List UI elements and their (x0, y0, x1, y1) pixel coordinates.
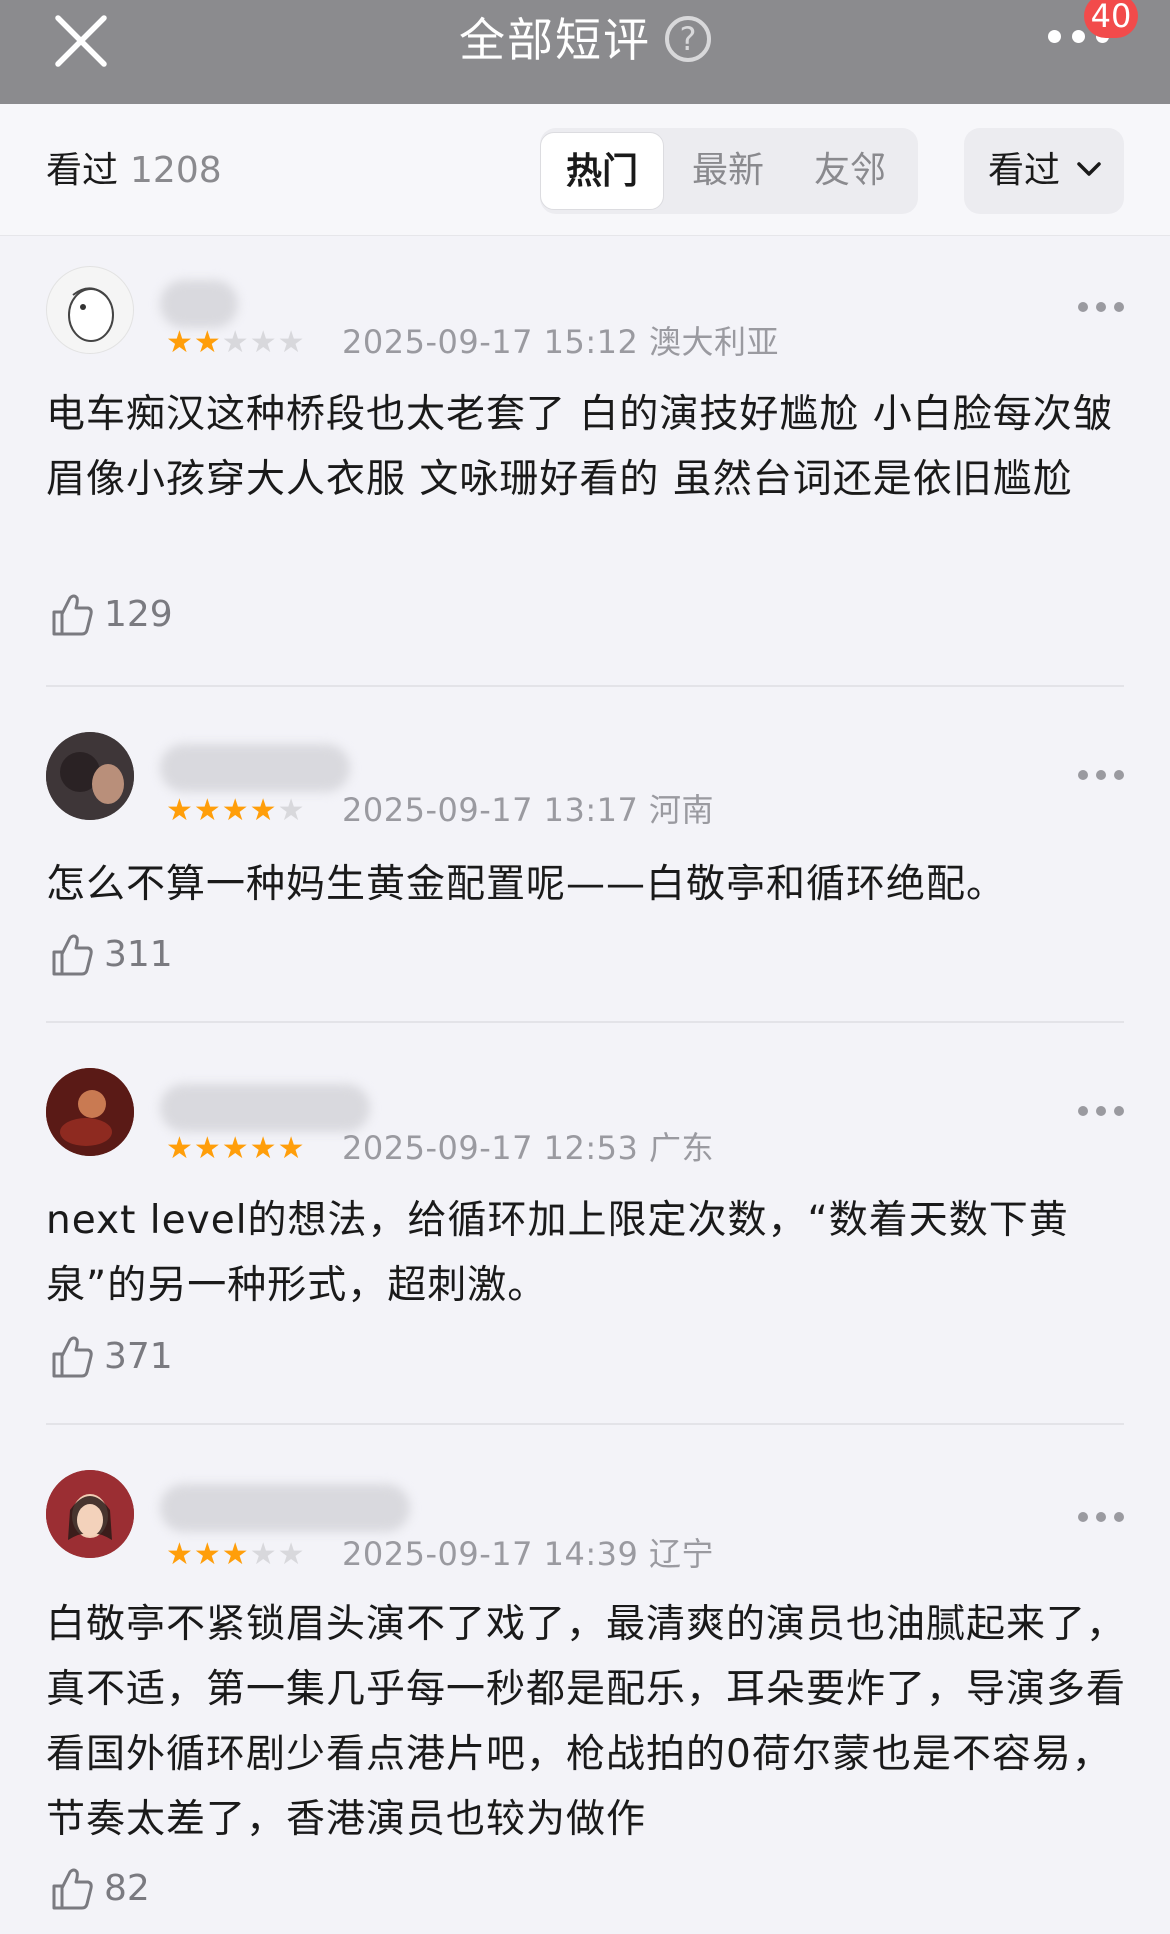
avatar[interactable] (46, 266, 134, 354)
review-time: 2025-09-17 14:39 (342, 1535, 639, 1573)
review-location: 辽宁 (649, 1535, 715, 1573)
tab-friends[interactable]: 友邻 (792, 132, 908, 210)
review-location: 澳大利亚 (649, 323, 780, 361)
avatar-image (68, 287, 114, 342)
rating-stars: ★★★★★ (166, 1131, 306, 1166)
avatar-image (46, 1068, 134, 1156)
more-icon (1078, 1512, 1088, 1522)
tab-hot[interactable]: 热门 (540, 132, 664, 210)
avatar[interactable] (46, 1470, 134, 1558)
thumbs-up-icon (52, 934, 93, 976)
filter-bar: 看过 1208 热门 最新 友邻 看过 (0, 104, 1170, 236)
rating-stars: ★★★★★ (166, 325, 306, 360)
review-location: 广东 (649, 1129, 715, 1167)
chevron-down-icon (1077, 162, 1101, 176)
review-meta: 2025-09-17 13:17 河南 (342, 790, 714, 830)
review-more-button[interactable] (1078, 1106, 1124, 1118)
status-select-label: 看过 (988, 150, 1061, 191)
thumbs-up-icon (52, 1336, 93, 1378)
review-time: 2025-09-17 12:53 (342, 1129, 639, 1167)
more-icon (1078, 770, 1088, 780)
watched-count: 看过 1208 (46, 148, 222, 194)
review-time: 2025-09-17 15:12 (342, 323, 639, 361)
like-count: 129 (104, 594, 173, 635)
watched-count-label: 看过 (46, 150, 119, 191)
review-meta: 2025-09-17 12:53 广东 (342, 1128, 714, 1168)
page-title-text: 全部短评 (459, 13, 651, 67)
rating-stars: ★★★★★ (166, 1537, 306, 1572)
review-more-button[interactable] (1078, 770, 1124, 782)
like-count: 311 (104, 934, 173, 975)
rating-stars: ★★★★★ (166, 793, 306, 828)
thumbs-up-icon (52, 1868, 93, 1910)
page-title: 全部短评? (0, 10, 1170, 70)
review-time: 2025-09-17 13:17 (342, 791, 639, 829)
divider (46, 1423, 1124, 1425)
top-bar: 全部短评? 40 (0, 0, 1170, 104)
username-blurred[interactable] (160, 1484, 410, 1532)
review-more-button[interactable] (1078, 1512, 1124, 1524)
status-select[interactable]: 看过 (964, 128, 1124, 214)
review-text: 怎么不算一种妈生黄金配置呢——白敬亭和循环绝配。 (46, 862, 1007, 907)
username-blurred[interactable] (160, 1084, 370, 1132)
review-location: 河南 (649, 791, 715, 829)
more-icon (1078, 1106, 1088, 1116)
review-meta: 2025-09-17 15:12 澳大利亚 (342, 322, 779, 362)
review-more-button[interactable] (1078, 302, 1124, 314)
username-blurred[interactable] (160, 280, 238, 328)
divider (46, 1021, 1124, 1023)
tab-latest[interactable]: 最新 (670, 132, 786, 210)
like-count: 371 (104, 1336, 173, 1377)
sort-tabs: 热门 最新 友邻 (540, 128, 918, 214)
thumbs-up-icon (52, 594, 93, 636)
avatar[interactable] (46, 732, 134, 820)
avatar[interactable] (46, 1068, 134, 1156)
review-text: 电车痴汉这种桥段也太老套了 白的演技好尴尬 小白脸每次皱眉像小孩穿大人衣服 文咏… (46, 392, 1113, 502)
username-blurred[interactable] (160, 744, 350, 792)
more-icon (1078, 302, 1088, 312)
like-count: 82 (104, 1868, 150, 1909)
avatar-image (46, 1470, 134, 1558)
divider (46, 685, 1124, 687)
watched-count-value: 1208 (130, 150, 222, 191)
review-meta: 2025-09-17 14:39 辽宁 (342, 1534, 714, 1574)
help-icon[interactable]: ? (665, 16, 711, 62)
review-text: next level的想法，给循环加上限定次数，“数着天数下黄泉”的另一种形式，… (46, 1198, 1069, 1308)
notification-badge: 40 (1084, 0, 1138, 38)
more-icon (1048, 30, 1061, 43)
review-text: 白敬亭不紧锁眉头演不了戏了，最清爽的演员也油腻起来了，真不适，第一集几乎每一秒都… (46, 1602, 1127, 1842)
avatar-image (46, 732, 134, 820)
